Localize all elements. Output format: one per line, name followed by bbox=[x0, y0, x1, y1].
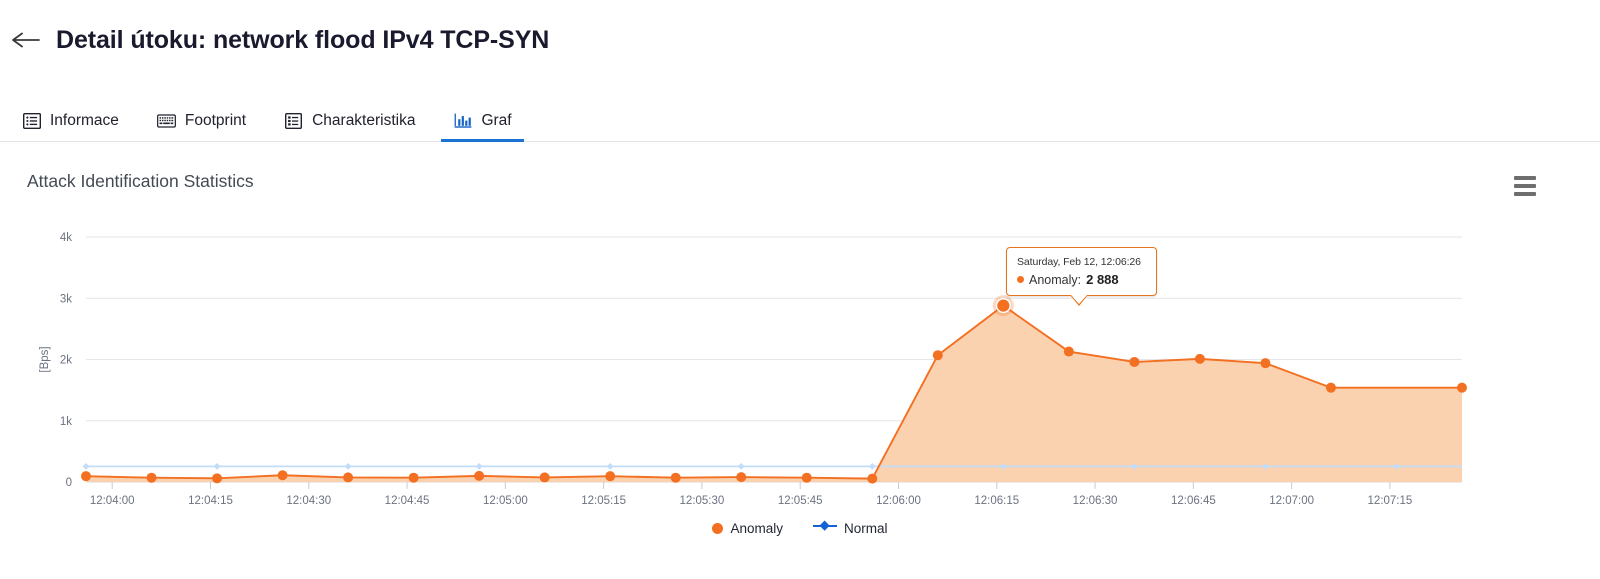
anomaly-point bbox=[212, 473, 223, 484]
x-tick-label: 12:05:15 bbox=[581, 495, 626, 507]
y-tick-label: 2k bbox=[60, 355, 72, 367]
bar-chart-icon bbox=[453, 111, 472, 130]
tooltip-series-dot-icon bbox=[1017, 276, 1024, 284]
x-tick-label: 12:04:45 bbox=[385, 495, 430, 507]
page-title: Detail útoku: network flood IPv4 TCP-SYN bbox=[56, 25, 550, 54]
anomaly-point bbox=[1129, 356, 1140, 367]
anomaly-point bbox=[1325, 382, 1336, 393]
anomaly-point bbox=[539, 472, 550, 483]
anomaly-area bbox=[86, 305, 1462, 482]
anomaly-point bbox=[1194, 353, 1205, 364]
anomaly-point bbox=[801, 472, 812, 483]
y-tick-label: 0 bbox=[66, 477, 72, 489]
tab-graf[interactable]: Graf bbox=[441, 111, 524, 142]
chart-title: Attack Identification Statistics bbox=[27, 171, 254, 191]
table-list-icon bbox=[284, 111, 303, 130]
x-tick-label: 12:04:00 bbox=[90, 495, 135, 507]
x-tick-label: 12:05:00 bbox=[483, 495, 528, 507]
list-icon bbox=[22, 111, 41, 130]
menu-bar-1 bbox=[1514, 176, 1536, 180]
x-tick-label: 12:05:30 bbox=[680, 495, 725, 507]
tab-charakteristika[interactable]: Charakteristika bbox=[284, 111, 415, 141]
attack-statistics-chart[interactable]: 0 1k 2k 3k 4k [Bps] 12:04:00 12:04:15 12:04:30 12… bbox=[0, 210, 1600, 530]
anomaly-point bbox=[1457, 382, 1467, 393]
tab-bar: Informace Footprint Charakteristika Graf bbox=[0, 96, 1600, 142]
anomaly-point bbox=[736, 472, 747, 483]
chart-tooltip: Saturday, Feb 12, 12:06:26 Anomaly: 2 88… bbox=[1006, 247, 1157, 306]
tooltip-series-name: Anomaly: bbox=[1029, 272, 1082, 287]
normal-point bbox=[606, 462, 614, 470]
y-axis-title: [Bps] bbox=[39, 346, 51, 372]
anomaly-point bbox=[81, 471, 91, 482]
page-header: Detail útoku: network flood IPv4 TCP-SYN bbox=[0, 0, 1600, 80]
y-tick-label: 1k bbox=[60, 416, 72, 428]
x-tick-label: 12:06:45 bbox=[1171, 495, 1216, 507]
anomaly-point-highlighted bbox=[995, 298, 1011, 314]
anomaly-point bbox=[867, 473, 878, 484]
tab-label: Footprint bbox=[184, 111, 247, 129]
anomaly-point bbox=[146, 472, 157, 483]
anomaly-point bbox=[605, 471, 616, 482]
tooltip-timestamp: Saturday, Feb 12, 12:06:26 bbox=[1017, 256, 1141, 268]
anomaly-point bbox=[474, 470, 485, 481]
legend-circle-icon bbox=[712, 522, 724, 534]
back-button[interactable] bbox=[6, 20, 48, 60]
tab-active-underline bbox=[441, 139, 524, 142]
anomaly-point bbox=[343, 472, 354, 483]
x-tick-label: 12:06:00 bbox=[876, 495, 921, 507]
arrow-left-icon bbox=[12, 32, 40, 48]
keyboard-icon bbox=[156, 111, 176, 130]
normal-point bbox=[213, 462, 221, 470]
legend-label: Anomaly bbox=[730, 520, 783, 536]
tab-label: Graf bbox=[481, 111, 512, 129]
tooltip-series-value: 2 888 bbox=[1086, 272, 1119, 288]
x-tick-label: 12:04:30 bbox=[286, 495, 331, 507]
tab-label: Informace bbox=[50, 111, 119, 129]
anomaly-point bbox=[277, 470, 288, 481]
tooltip-series-row: Anomaly: 2 888 bbox=[1017, 271, 1147, 289]
menu-bar-2 bbox=[1514, 184, 1536, 188]
y-tick-label: 4k bbox=[60, 232, 72, 244]
normal-point bbox=[868, 462, 876, 470]
legend-item-normal[interactable]: Normal bbox=[813, 519, 888, 537]
normal-point bbox=[475, 462, 483, 470]
chart-legend: Anomaly Normal bbox=[0, 519, 1600, 537]
anomaly-point bbox=[1260, 358, 1271, 369]
anomaly-point bbox=[932, 350, 943, 361]
x-tick-label: 12:06:30 bbox=[1073, 495, 1118, 507]
legend-label: Normal bbox=[844, 520, 888, 536]
normal-point bbox=[82, 462, 90, 470]
anomaly-point bbox=[670, 472, 681, 483]
x-tick-label: 12:07:15 bbox=[1368, 495, 1413, 507]
x-tick-label: 12:05:45 bbox=[778, 495, 823, 507]
tab-informace[interactable]: Informace bbox=[22, 111, 119, 141]
hamburger-menu-icon[interactable] bbox=[1514, 176, 1536, 196]
chart-area: 0 1k 2k 3k 4k [Bps] 12:04:00 12:04:15 12:04:30 12… bbox=[0, 210, 1600, 550]
x-tick-label: 12:07:00 bbox=[1269, 495, 1314, 507]
attack-detail-page: Detail útoku: network flood IPv4 TCP-SYN… bbox=[0, 0, 1600, 579]
y-tick-label: 3k bbox=[60, 293, 72, 305]
x-tick-label: 12:04:15 bbox=[188, 495, 233, 507]
anomaly-point bbox=[408, 472, 419, 483]
normal-point bbox=[344, 462, 352, 470]
normal-point bbox=[737, 462, 745, 470]
tooltip-pointer-inner bbox=[1071, 294, 1087, 304]
legend-item-anomaly[interactable]: Anomaly bbox=[712, 521, 783, 536]
anomaly-point bbox=[1063, 346, 1074, 357]
tab-footprint[interactable]: Footprint bbox=[156, 111, 247, 141]
x-tick-label: 12:06:15 bbox=[974, 495, 1019, 507]
tab-label: Charakteristika bbox=[312, 111, 416, 129]
menu-bar-3 bbox=[1514, 192, 1536, 196]
legend-diamond-line-icon bbox=[813, 519, 837, 537]
